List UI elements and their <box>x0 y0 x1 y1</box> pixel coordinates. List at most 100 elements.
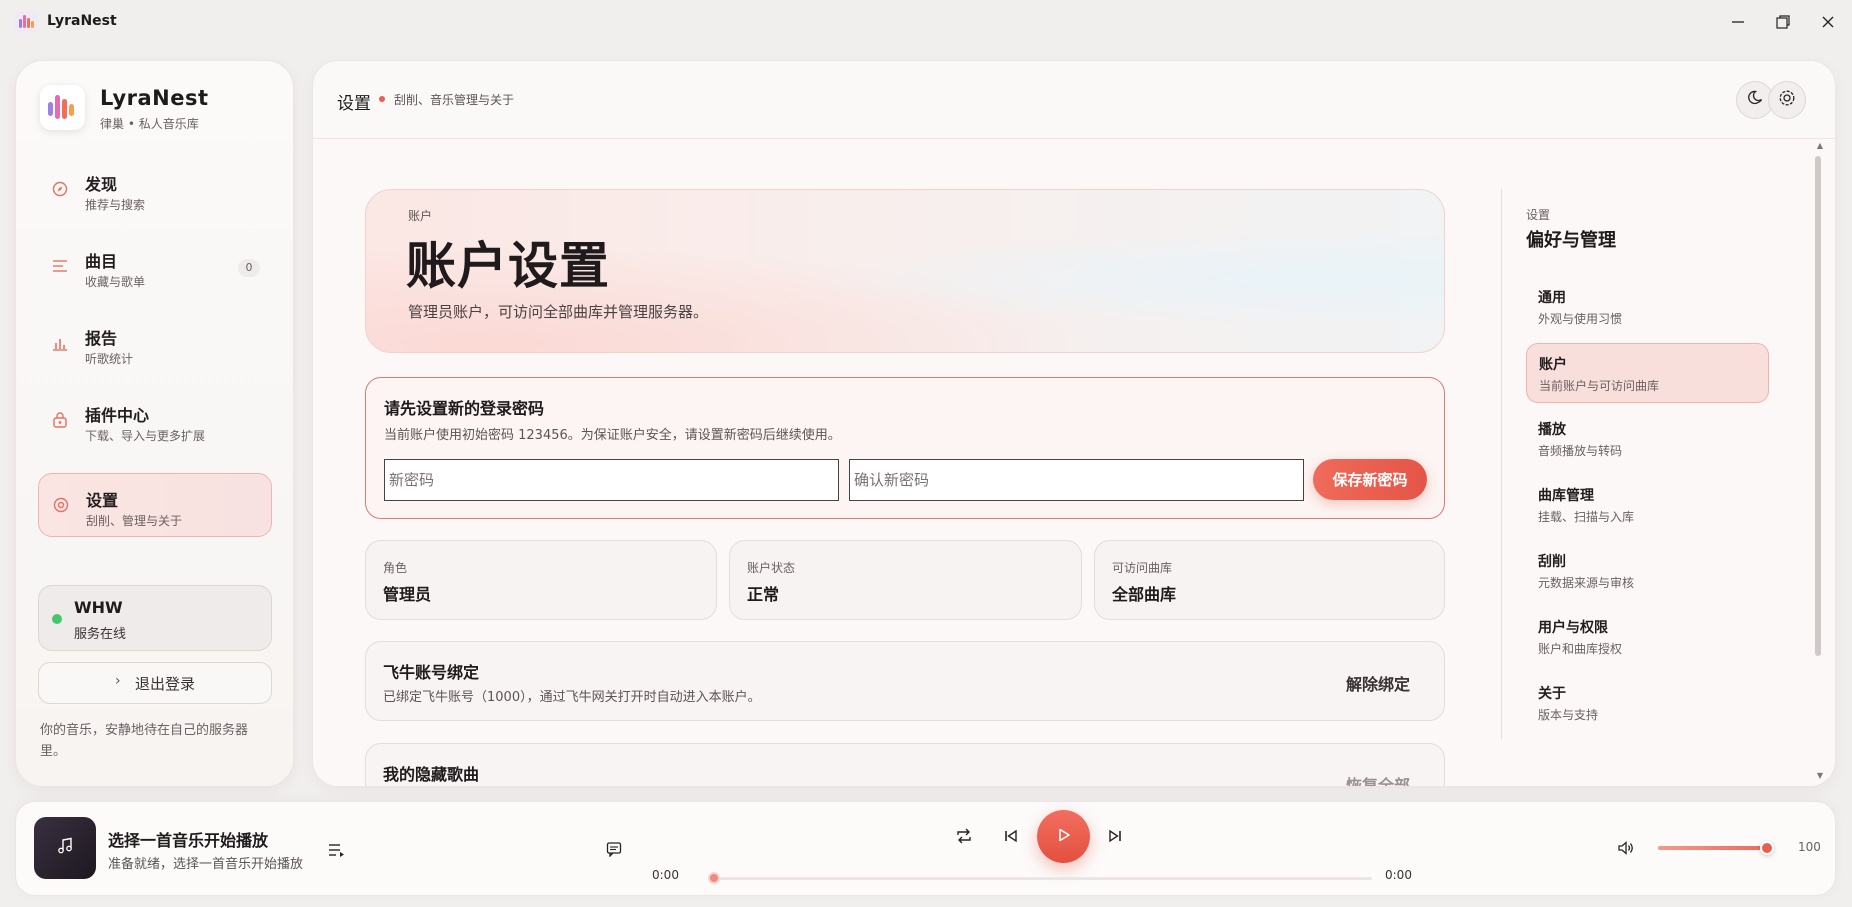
queue-icon[interactable] <box>327 840 347 860</box>
track-count-badge: 0 <box>238 259 260 277</box>
settings-nav-label: 账户 <box>1539 357 1567 373</box>
settings-nav-label: 用户与权限 <box>1538 620 1608 636</box>
password-card-title: 请先设置新的登录密码 <box>384 399 545 418</box>
feiniu-card-description: 已绑定飞牛账号（1000），通过飞牛网关打开时自动进入本账户。 <box>383 690 761 705</box>
confirm-password-input[interactable] <box>849 459 1304 501</box>
logout-label: 退出登录 <box>135 675 196 693</box>
sidebar-item-sub: 听歌统计 <box>85 352 134 366</box>
settings-nav-about[interactable]: 关于 版本与支持 <box>1526 673 1769 733</box>
settings-nav-label: 刮削 <box>1538 554 1566 570</box>
password-reset-card: 请先设置新的登录密码 当前账户使用初始密码 123456。为保证账户安全，请设置… <box>365 377 1445 519</box>
volume-value: 100 <box>1798 840 1821 854</box>
list-icon <box>51 257 69 275</box>
previous-icon[interactable] <box>1001 826 1021 846</box>
unbind-button[interactable]: 解除绑定 <box>1346 671 1410 695</box>
total-time: 0:00 <box>1385 868 1412 882</box>
play-icon <box>1057 827 1071 846</box>
lyrics-icon[interactable] <box>604 839 624 859</box>
current-time: 0:00 <box>652 868 679 882</box>
logout-button[interactable]: › 退出登录 <box>38 662 272 704</box>
info-label: 角色 <box>383 561 408 575</box>
settings-nav-sub: 版本与支持 <box>1538 708 1599 722</box>
settings-nav-kicker: 设置 <box>1526 208 1551 222</box>
password-card-description: 当前账户使用初始密码 123456。为保证账户安全，请设置新密码后继续使用。 <box>384 428 841 443</box>
sidebar-item-sub: 下载、导入与更多扩展 <box>85 429 206 443</box>
sidebar-footer-note: 你的音乐，安静地待在自己的服务器里。 <box>40 723 249 759</box>
info-value: 管理员 <box>383 585 432 604</box>
settings-nav-label: 通用 <box>1538 290 1566 306</box>
progress-bar[interactable] <box>714 877 1372 880</box>
sidebar-item-plugins[interactable]: 插件中心 下载、导入与更多扩展 <box>38 389 272 453</box>
page-subtitle: 刮削、音乐管理与关于 <box>394 93 515 107</box>
brand-title: LyraNest <box>100 86 209 110</box>
settings-nav-account[interactable]: 账户 当前账户与可访问曲库 <box>1526 343 1769 403</box>
sidebar-item-label: 曲目 <box>85 252 118 271</box>
settings-nav-title: 偏好与管理 <box>1526 230 1616 251</box>
library-access-card: 可访问曲库 全部曲库 <box>1094 540 1445 620</box>
settings-nav-library[interactable]: 曲库管理 挂载、扫描与入库 <box>1526 475 1769 535</box>
settings-button[interactable] <box>1768 81 1806 119</box>
online-status-dot <box>52 614 62 624</box>
sidebar-item-label: 插件中心 <box>85 406 150 425</box>
settings-nav-sub: 账户和曲库授权 <box>1538 642 1623 656</box>
scroll-up-arrow-icon[interactable]: ▲ <box>1817 141 1823 150</box>
sidebar-item-sub: 推荐与搜索 <box>85 198 146 212</box>
sidebar-item-tracks[interactable]: 曲目 收藏与歌单 0 <box>38 235 272 299</box>
restore-all-button[interactable]: 恢复全部 <box>1346 772 1410 786</box>
hidden-songs-title: 我的隐藏歌曲 <box>383 765 480 784</box>
puzzle-lock-icon <box>51 411 69 429</box>
settings-nav-label: 关于 <box>1538 686 1566 702</box>
settings-nav-users[interactable]: 用户与权限 账户和曲库授权 <box>1526 607 1769 667</box>
sidebar-item-settings[interactable]: 设置 刮削、管理与关于 <box>38 473 272 537</box>
volume-icon[interactable] <box>1616 838 1636 858</box>
brand-logo-icon <box>40 85 85 130</box>
server-status-card[interactable]: WHW 服务在线 <box>38 585 272 651</box>
album-cover[interactable] <box>34 817 96 879</box>
header-accent-dot <box>379 96 385 102</box>
settings-nav-label: 播放 <box>1538 422 1566 438</box>
feiniu-card-title: 飞牛账号绑定 <box>383 663 480 682</box>
sidebar-item-reports[interactable]: 报告 听歌统计 <box>38 312 272 376</box>
info-value: 正常 <box>747 585 780 604</box>
account-hero-card: 账户 账户设置 管理员账户，可访问全部曲库并管理服务器。 <box>365 189 1445 353</box>
settings-nav: 设置 偏好与管理 通用 外观与使用习惯 账户 当前账户与可访问曲库 播放 音频播… <box>1501 189 1791 739</box>
maximize-icon[interactable] <box>1770 10 1796 34</box>
minimize-icon[interactable] <box>1725 10 1751 34</box>
repeat-icon[interactable] <box>954 826 974 846</box>
close-icon[interactable] <box>1815 10 1841 34</box>
settings-nav-sub: 当前账户与可访问曲库 <box>1539 379 1660 393</box>
hero-title: 账户设置 <box>406 237 610 295</box>
hero-description: 管理员账户，可访问全部曲库并管理服务器。 <box>408 303 709 321</box>
role-card: 角色 管理员 <box>365 540 717 620</box>
info-label: 可访问曲库 <box>1112 561 1173 575</box>
progress-knob[interactable] <box>708 872 720 884</box>
player-bar: 选择一首音乐开始播放 准备就绪，选择一首音乐开始播放 0:00 0:00 100 <box>15 801 1836 896</box>
sidebar-item-discover[interactable]: 发现 推荐与搜索 <box>38 158 272 222</box>
volume-knob[interactable] <box>1760 841 1774 855</box>
sidebar-item-label: 设置 <box>86 491 119 510</box>
settings-nav-sub: 外观与使用习惯 <box>1538 312 1623 326</box>
new-password-input[interactable] <box>384 459 839 501</box>
next-icon[interactable] <box>1105 826 1125 846</box>
app-logo-icon <box>15 11 37 33</box>
save-password-button[interactable]: 保存新密码 <box>1313 459 1427 500</box>
scroll-down-arrow-icon[interactable]: ▼ <box>1817 771 1823 780</box>
main-header: 设置 刮削、音乐管理与关于 <box>313 61 1835 139</box>
server-name: WHW <box>74 598 123 617</box>
page-title: 设置 <box>337 94 371 114</box>
settings-nav-general[interactable]: 通用 外观与使用习惯 <box>1526 277 1769 337</box>
sidebar-item-label: 发现 <box>85 175 118 194</box>
sidebar-item-sub: 刮削、管理与关于 <box>86 514 183 528</box>
settings-nav-playback[interactable]: 播放 音频播放与转码 <box>1526 409 1769 469</box>
sidebar-item-label: 报告 <box>85 329 118 348</box>
volume-slider[interactable] <box>1658 846 1768 850</box>
main-panel: 设置 刮削、音乐管理与关于 ▲ ▼ 账户 账户设置 管理员账户，可访问全部曲库并… <box>312 60 1836 787</box>
scrollbar-thumb[interactable] <box>1815 156 1821 656</box>
play-button[interactable] <box>1037 810 1090 863</box>
sidebar-item-sub: 收藏与歌单 <box>85 275 146 289</box>
chevron-right-icon: › <box>115 673 121 689</box>
title-bar: LyraNest <box>0 0 1852 44</box>
settings-ring-icon <box>52 496 70 514</box>
gear-icon <box>1778 89 1796 111</box>
settings-nav-scraping[interactable]: 刮削 元数据来源与审核 <box>1526 541 1769 601</box>
